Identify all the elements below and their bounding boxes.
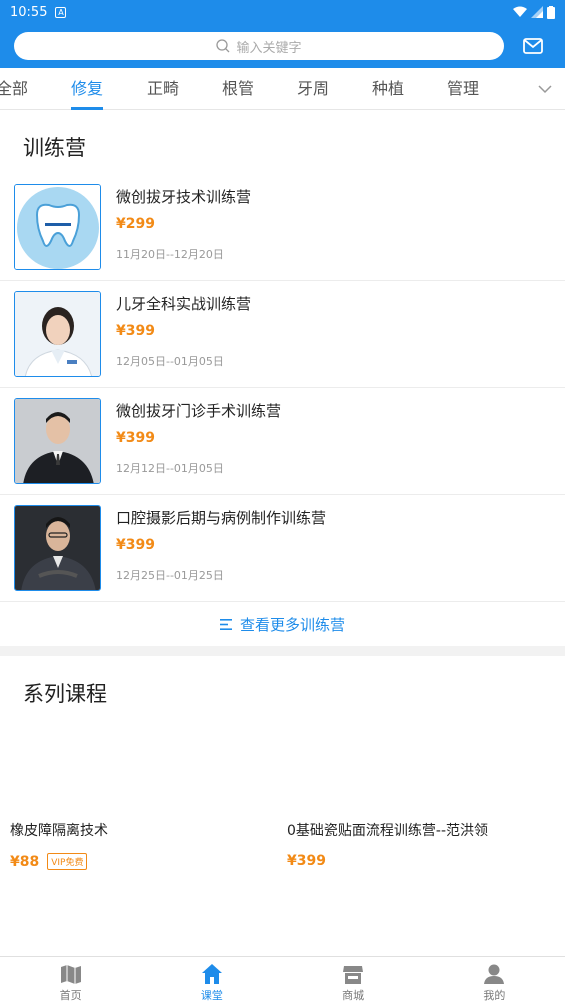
section-divider xyxy=(0,646,565,656)
camp-section-title: 训练营 xyxy=(23,136,86,160)
course-card[interactable]: 橡皮障隔离技术 ¥88 VIP免费 xyxy=(10,820,108,870)
course-card[interactable]: 0基础瓷贴面流程训练营--范洪领 ¥399 xyxy=(287,820,488,869)
camp-title: 微创拔牙门诊手术训练营 xyxy=(116,402,282,420)
camp-item[interactable]: 微创拔牙门诊手术训练营 ¥399 12月12日--01月05日 xyxy=(0,388,565,495)
tab-restoration[interactable]: 修复 xyxy=(71,68,104,110)
nav-mine-label: 我的 xyxy=(483,989,506,1002)
tab-endodontics[interactable]: 根管 xyxy=(222,68,254,110)
camp-date: 11月20日--12月20日 xyxy=(116,248,224,261)
course-price: ¥88 xyxy=(10,853,40,870)
bottom-nav: 首页 课堂 商城 我的 xyxy=(0,956,565,1004)
search-placeholder: 输入关键字 xyxy=(236,40,302,56)
vip-badge: VIP免费 xyxy=(47,853,88,870)
camp-date: 12月12日--01月05日 xyxy=(116,462,224,475)
tab-implant[interactable]: 种植 xyxy=(372,68,404,110)
course-price: ¥399 xyxy=(287,853,326,869)
camp-title: 微创拔牙技术训练营 xyxy=(116,188,252,206)
male-doctor-image-2 xyxy=(14,505,101,591)
camp-item[interactable]: 口腔摄影后期与病例制作训练营 ¥399 12月25日--01月25日 xyxy=(0,495,565,602)
course-name: 橡皮障隔离技术 xyxy=(10,823,108,839)
nav-classroom-label: 课堂 xyxy=(200,989,223,1002)
chevron-down-icon[interactable] xyxy=(537,81,553,97)
camp-price: ¥399 xyxy=(116,537,155,553)
course-grid: 橡皮障隔离技术 ¥88 VIP免费 0基础瓷贴面流程训练营--范洪领 ¥399 xyxy=(0,736,565,962)
status-icons xyxy=(513,5,555,19)
battery-icon xyxy=(547,5,555,19)
more-camps-label: 查看更多训练营 xyxy=(239,615,345,634)
tab-management[interactable]: 管理 xyxy=(447,68,479,110)
tab-all[interactable]: 全部 xyxy=(0,68,28,110)
camp-price: ¥299 xyxy=(116,216,155,232)
camp-title: 儿牙全科实战训练营 xyxy=(116,295,252,313)
nav-home-label: 首页 xyxy=(59,989,82,1002)
more-camps-link[interactable]: 查看更多训练营 xyxy=(0,602,565,646)
notification-icon: A xyxy=(55,6,67,18)
wifi-icon xyxy=(513,6,527,17)
nav-store[interactable]: 商城 xyxy=(283,957,424,1004)
camp-title: 口腔摄影后期与病例制作训练营 xyxy=(116,509,327,527)
search-input[interactable]: 输入关键字 xyxy=(14,32,504,60)
course-name: 0基础瓷贴面流程训练营--范洪领 xyxy=(287,823,489,839)
store-icon xyxy=(343,966,364,984)
search-icon xyxy=(216,39,230,53)
home-icon xyxy=(201,964,222,984)
camp-item[interactable]: 儿牙全科实战训练营 ¥399 12月05日--01月05日 xyxy=(0,281,565,388)
female-doctor-image xyxy=(14,291,101,377)
nav-mine[interactable]: 我的 xyxy=(424,957,565,1004)
male-doctor-image xyxy=(14,398,101,484)
camp-price: ¥399 xyxy=(116,430,155,446)
status-bar: 10:55 A xyxy=(0,0,565,24)
camp-date: 12月05日--01月05日 xyxy=(116,355,224,368)
person-icon xyxy=(484,964,505,984)
camp-date: 12月25日--01月25日 xyxy=(116,569,224,582)
signal-icon xyxy=(531,6,543,18)
tab-orthodontics[interactable]: 正畸 xyxy=(147,68,179,110)
camp-price: ¥399 xyxy=(116,323,155,339)
map-icon xyxy=(60,965,81,984)
category-tabs: 全部 修复 正畸 根管 牙周 种植 管理 xyxy=(0,68,565,110)
list-icon xyxy=(219,618,232,630)
header: 输入关键字 xyxy=(0,24,565,68)
nav-home[interactable]: 首页 xyxy=(0,957,141,1004)
nav-store-label: 商城 xyxy=(342,989,365,1002)
camp-item[interactable]: 微创拔牙技术训练营 ¥299 11月20日--12月20日 xyxy=(0,174,565,281)
mail-icon[interactable] xyxy=(523,38,543,54)
tab-periodontics[interactable]: 牙周 xyxy=(297,68,329,110)
nav-classroom[interactable]: 课堂 xyxy=(141,957,282,1004)
tooth-logo-image xyxy=(14,184,101,270)
series-section-title: 系列课程 xyxy=(23,682,107,706)
status-time: 10:55 xyxy=(10,4,48,20)
